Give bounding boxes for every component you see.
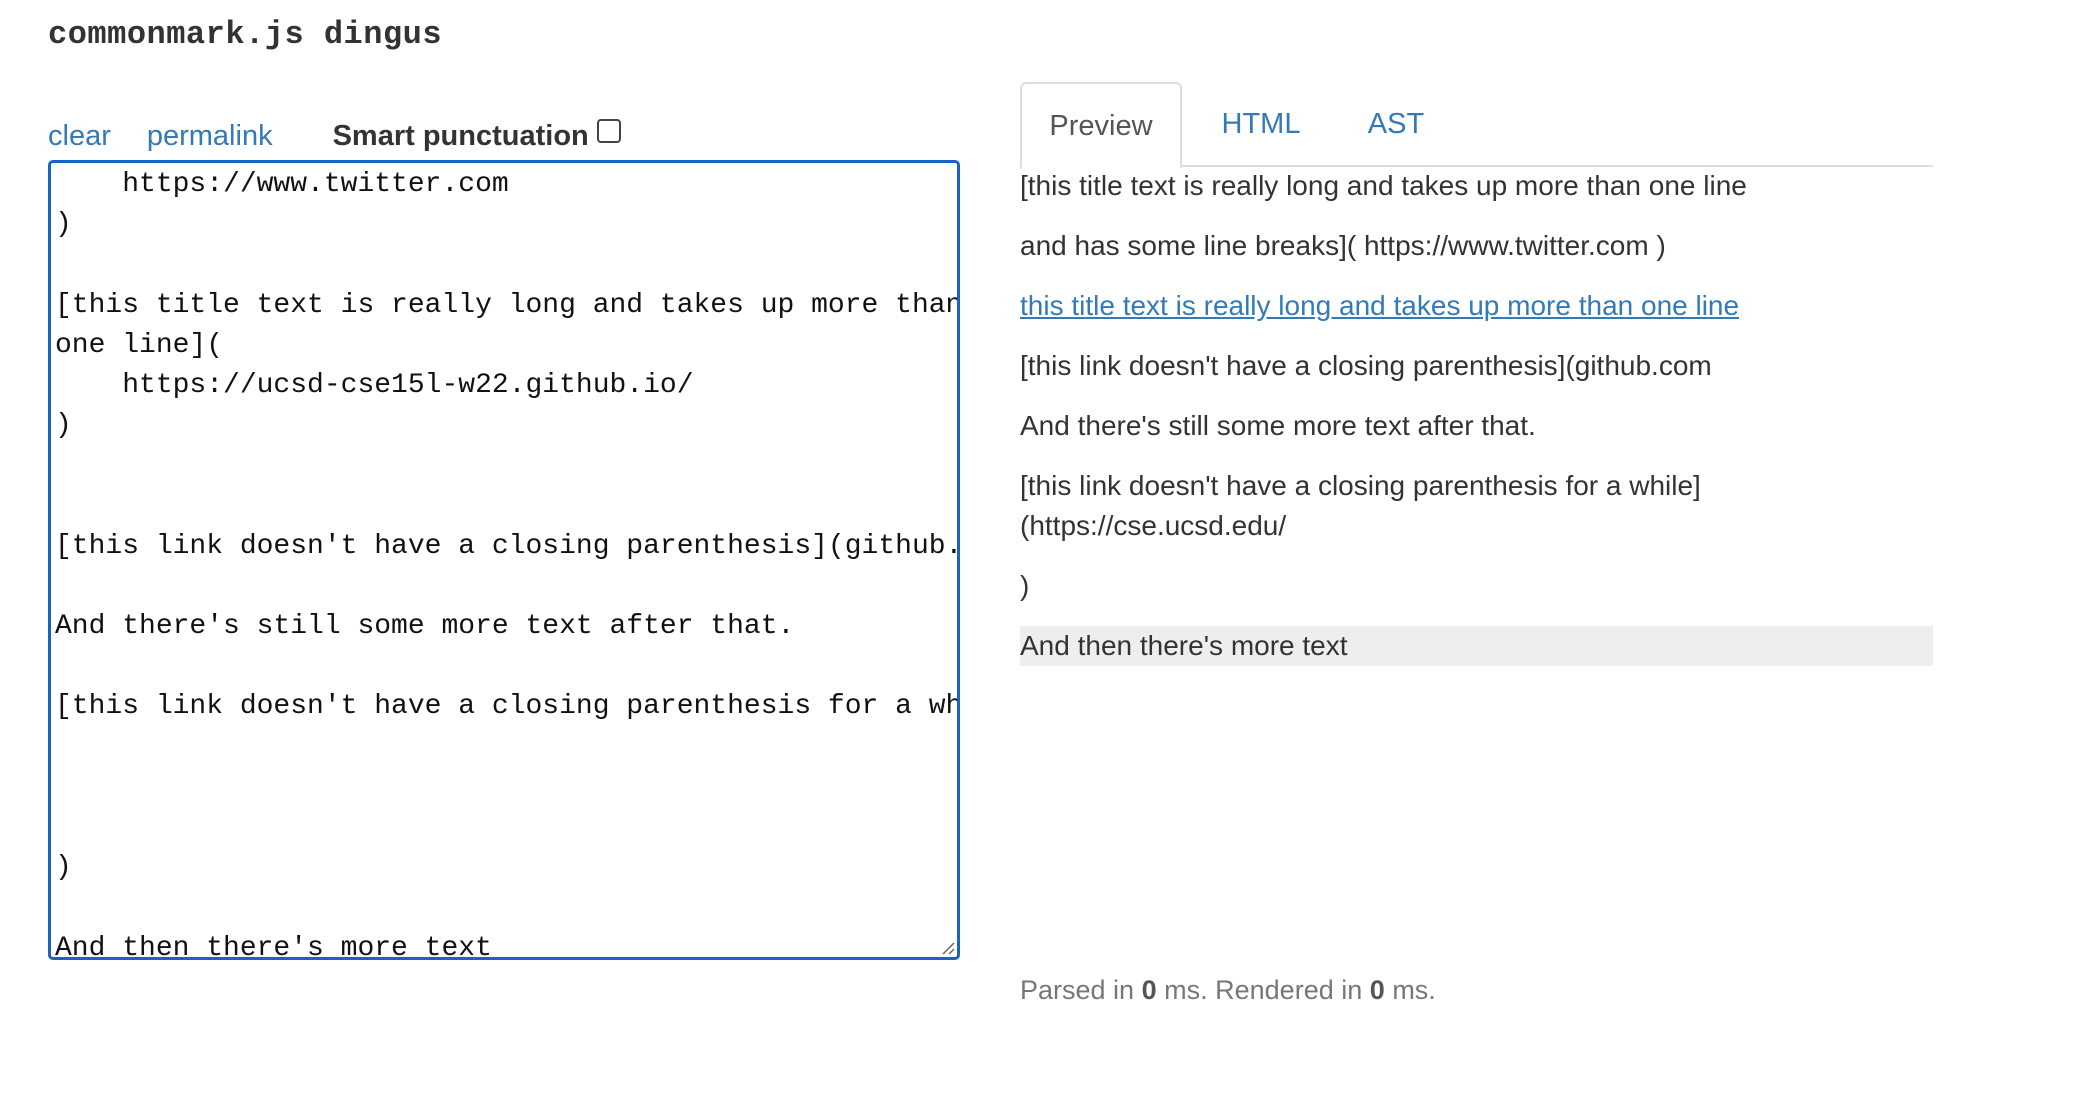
- editor-line: ): [55, 209, 72, 241]
- editor-line: https://www.twitter.com: [55, 169, 509, 200]
- clear-link[interactable]: clear: [48, 120, 111, 153]
- preview-paragraph: and has some line breaks]( https://www.t…: [1020, 230, 1666, 261]
- tab-ast[interactable]: AST: [1356, 82, 1436, 167]
- editor-line: And then there's more text: [55, 932, 492, 960]
- output-tabs: Preview HTML AST: [1020, 82, 1933, 169]
- rendered-value: 0: [1369, 975, 1385, 1005]
- parsed-label: Parsed in: [1020, 975, 1135, 1005]
- preview-paragraph-selected: And then there's more text: [1020, 626, 1933, 666]
- preview-line: [this link doesn't have a closing parent…: [1020, 470, 1701, 501]
- app-title: commonmark.js dingus: [48, 16, 443, 53]
- markdown-editor[interactable]: https://www.twitter.com ) [this title te…: [48, 160, 960, 960]
- timing-suffix: ms.: [1392, 975, 1436, 1005]
- editor-line: one line](: [55, 329, 224, 361]
- parsed-value: 0: [1141, 975, 1157, 1005]
- smart-punctuation-checkbox[interactable]: [596, 119, 621, 143]
- editor-line: ): [55, 852, 72, 884]
- editor-line: ): [55, 410, 72, 442]
- tab-html[interactable]: HTML: [1216, 82, 1306, 167]
- editor-line: [this title text is really long and take…: [55, 289, 960, 321]
- preview-paragraph: [this link doesn't have a closing parent…: [1020, 350, 1712, 381]
- editor-line: And there's still some more text after t…: [55, 611, 795, 643]
- preview-paragraph: [this link doesn't have a closing parent…: [1020, 466, 1933, 546]
- smart-punctuation-label: Smart punctuation: [332, 119, 589, 152]
- editor-line: [this link doesn't have a closing parent…: [55, 530, 960, 562]
- editor-line: [this link doesn't have a closing parent…: [55, 691, 960, 723]
- editor-line: https://ucsd-cse15l-w22.github.io/: [55, 369, 694, 401]
- preview-paragraph: [this title text is really long and take…: [1020, 170, 1747, 201]
- smart-punctuation-toggle[interactable]: Smart punctuation: [332, 119, 621, 153]
- preview-line: (https://cse.ucsd.edu/: [1020, 510, 1287, 541]
- rendered-label: ms. Rendered in: [1164, 975, 1363, 1005]
- preview-link[interactable]: this title text is really long and takes…: [1020, 286, 1933, 326]
- preview-paragraph: And there's still some more text after t…: [1020, 410, 1536, 441]
- preview-paragraph: ): [1020, 570, 1030, 601]
- timing-info: Parsed in 0 ms. Rendered in 0 ms.: [1020, 970, 1436, 1010]
- editor-controls: clear permalink Smart punctuation: [48, 118, 621, 154]
- permalink-link[interactable]: permalink: [147, 120, 273, 153]
- resize-grip-icon[interactable]: [939, 939, 955, 955]
- tab-preview[interactable]: Preview: [1020, 82, 1182, 169]
